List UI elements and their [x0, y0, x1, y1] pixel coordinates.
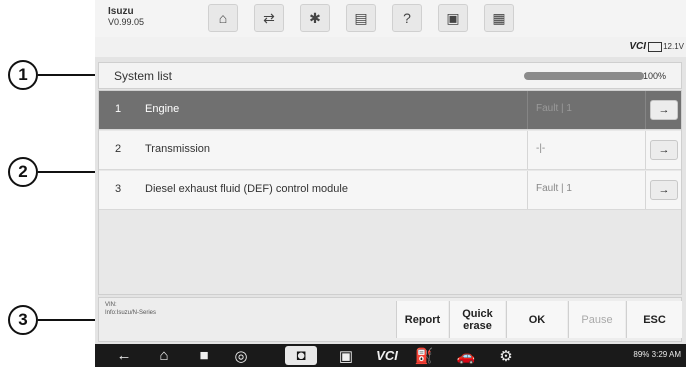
ok-button[interactable]: OK — [506, 301, 567, 338]
row-status: Fault | 1 — [536, 103, 572, 114]
save-button[interactable]: ▣ — [438, 4, 468, 32]
print-button[interactable]: ▤ — [346, 4, 376, 32]
quick-erase-button[interactable]: Quick erase — [449, 301, 505, 338]
system-list-header: System list 100% — [98, 62, 682, 89]
vehicle-icon[interactable]: 🚗 — [453, 346, 479, 365]
callout-2: 2 — [8, 157, 38, 187]
brand: Isuzu V0.99.05 — [108, 6, 144, 28]
service-vehicle-icon[interactable]: ⚙ — [493, 346, 519, 365]
scan-progress-percent: 100% — [642, 71, 666, 81]
row-system-name: Engine — [145, 103, 180, 115]
enter-system-button[interactable]: → — [650, 140, 678, 160]
home-icon: ⌂ — [218, 10, 228, 26]
save-icon: ▣ — [446, 9, 460, 26]
settings-button[interactable]: ✱ — [300, 4, 330, 32]
vehicle-swap-icon: ⇄ — [263, 9, 275, 26]
arrow-right-icon: → — [658, 104, 670, 116]
row-number: 1 — [115, 103, 122, 115]
home-button[interactable]: ⌂ — [208, 4, 238, 32]
fuel-icon[interactable]: ⛽ — [413, 346, 435, 365]
print-icon: ▤ — [354, 9, 368, 26]
esc-button[interactable]: ESC — [626, 301, 682, 338]
callout-3-leader — [38, 319, 98, 321]
help-button[interactable]: ? — [392, 4, 422, 32]
column-divider — [527, 91, 528, 129]
settings-icon: ✱ — [309, 9, 321, 26]
row-system-name: Diesel exhaust fluid (DEF) control modul… — [145, 183, 348, 195]
vci-status: VCI — [629, 41, 646, 52]
android-navigation-bar: ← ⌂ ■ ◎ ◘ ▣ VCI ⛽ 🚗 ⚙ 89% 3:29 AM — [95, 344, 686, 367]
callout-1-leader — [38, 74, 98, 76]
report-button[interactable]: Report — [396, 301, 448, 338]
back-icon[interactable]: ← — [113, 346, 135, 365]
camera-icon[interactable]: ◘ — [285, 346, 317, 365]
column-divider — [645, 131, 646, 169]
arrow-right-icon: → — [658, 184, 670, 196]
vehicle-info: VIN: Info:Isuzu/N-Series — [105, 301, 156, 317]
vehicle-info-text: Info:Isuzu/N-Series — [105, 310, 157, 316]
column-divider — [527, 131, 528, 169]
system-list-panel: 1 Engine Fault | 1 → 2 Transmission -|- … — [98, 90, 682, 295]
row-number: 2 — [115, 143, 122, 155]
vin-label: VIN: — [105, 302, 117, 308]
column-divider — [645, 171, 646, 209]
vehicle-swap-button[interactable]: ⇄ — [254, 4, 284, 32]
battery-icon — [648, 42, 662, 52]
scan-progress-fill — [524, 72, 644, 80]
pause-button[interactable]: Pause — [568, 301, 625, 338]
enter-system-button[interactable]: → — [650, 180, 678, 200]
arrow-right-icon: → — [658, 144, 670, 156]
function-bar: VIN: Info:Isuzu/N-Series Report Quick er… — [98, 297, 682, 342]
top-toolbar: Isuzu V0.99.05 ⌂ ⇄ ✱ ▤ ? ▣ ▦ — [95, 0, 686, 38]
recent-apps-icon[interactable]: ■ — [193, 346, 215, 365]
message-icon: ▦ — [492, 9, 506, 26]
list-item[interactable]: 1 Engine Fault | 1 → — [99, 91, 681, 130]
list-item[interactable]: 3 Diesel exhaust fluid (DEF) control mod… — [99, 171, 681, 210]
row-system-name: Transmission — [145, 143, 210, 155]
callout-2-leader — [38, 171, 98, 173]
connection-status-bar: VCI 12.1V — [95, 37, 686, 57]
list-item[interactable]: 2 Transmission -|- → — [99, 131, 681, 170]
system-status: 89% 3:29 AM — [633, 350, 681, 359]
callout-3: 3 — [8, 305, 38, 335]
enter-system-button[interactable]: → — [650, 100, 678, 120]
brand-name: Isuzu — [108, 6, 134, 17]
vci-manager-icon[interactable]: VCI — [373, 346, 401, 365]
system-list-title: System list — [114, 69, 173, 83]
browser-icon[interactable]: ◎ — [230, 346, 252, 365]
scan-progress-bar — [524, 72, 644, 80]
tablet-screen: Isuzu V0.99.05 ⌂ ⇄ ✱ ▤ ? ▣ ▦ VCI 12.1V S… — [95, 0, 686, 367]
help-icon: ? — [403, 10, 411, 26]
display-icon[interactable]: ▣ — [335, 346, 357, 365]
row-number: 3 — [115, 183, 122, 195]
home-nav-icon[interactable]: ⌂ — [153, 346, 175, 365]
column-divider — [527, 171, 528, 209]
row-status: Fault | 1 — [536, 183, 572, 194]
column-divider — [645, 91, 646, 129]
row-status: -|- — [536, 143, 546, 154]
message-button[interactable]: ▦ — [484, 4, 514, 32]
callout-1: 1 — [8, 60, 38, 90]
brand-version: V0.99.05 — [108, 17, 145, 27]
battery-voltage: 12.1V — [663, 42, 684, 51]
